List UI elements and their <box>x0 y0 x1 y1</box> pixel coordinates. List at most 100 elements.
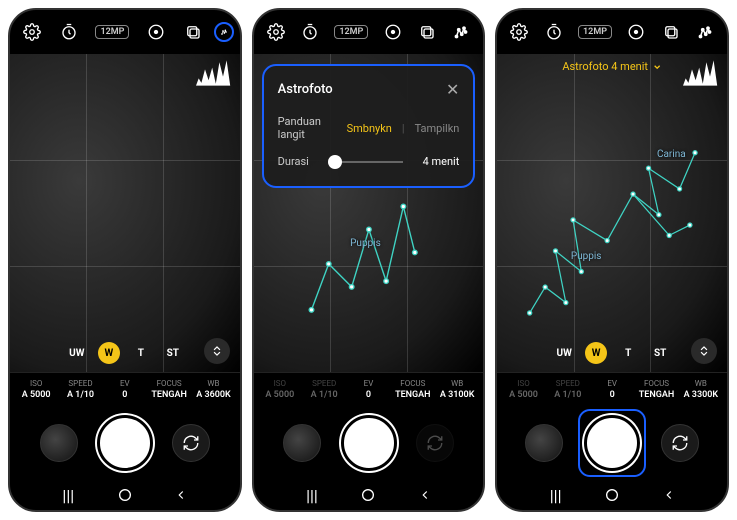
zoom-uw[interactable]: UW <box>553 342 575 364</box>
setting-wb[interactable]: WBA 3100K <box>435 379 479 400</box>
constellation-label-puppis: Puppis <box>571 251 602 262</box>
phone-screen-1: 12MP UW W T ST ISOA 5000 SPEEDA 1/10 EV0… <box>8 8 242 512</box>
flip-camera-button[interactable] <box>416 424 454 462</box>
viewfinder[interactable]: Puppis Astrofoto ✕ Panduan langit Smbnyk… <box>254 54 484 372</box>
setting-speed[interactable]: SPEEDA 1/10 <box>58 379 102 400</box>
viewfinder[interactable]: Astrofoto 4 menit Carina Puppis UW W T S… <box>497 54 727 372</box>
resolution-badge[interactable]: 12MP <box>95 25 129 39</box>
constellation-label-carina: Carina <box>657 149 686 160</box>
metering-icon[interactable] <box>626 22 646 42</box>
home-button[interactable] <box>602 485 622 505</box>
setting-ev[interactable]: EV0 <box>103 379 147 400</box>
shutter-row <box>497 406 727 480</box>
histogram-icon <box>196 60 232 86</box>
setting-speed: SPEEDA 1/10 <box>546 379 590 400</box>
astrofoto-popup: Astrofoto ✕ Panduan langit Smbnykn | Tam… <box>262 64 476 188</box>
resolution-badge[interactable]: 12MP <box>334 25 368 39</box>
chevron-down-icon <box>652 62 662 72</box>
format-icon[interactable] <box>417 22 437 42</box>
phone-screen-2: 12MP Puppis Astrofoto ✕ Panduan langit S… <box>252 8 486 512</box>
gear-icon[interactable] <box>22 22 42 42</box>
camera-toolbar: 12MP <box>254 10 484 54</box>
sky-guide-hide-option[interactable]: Smbnykn <box>347 122 392 135</box>
duration-label: Durasi <box>278 155 309 168</box>
duration-value: 4 menit <box>423 155 460 168</box>
zoom-st[interactable]: ST <box>649 342 671 364</box>
format-icon[interactable] <box>183 22 203 42</box>
histogram-icon <box>683 60 719 86</box>
setting-focus[interactable]: FOCUSTENGAH <box>634 379 678 400</box>
recents-button[interactable]: ||| <box>546 485 566 505</box>
gallery-thumbnail[interactable] <box>525 424 563 462</box>
camera-toolbar: 12MP <box>10 10 240 54</box>
pro-toggle-button[interactable] <box>691 338 717 364</box>
pro-settings-row: ISOA 5000 SPEEDA 1/10 EV0 FOCUSTENGAH WB… <box>10 372 240 406</box>
shutter-button[interactable] <box>341 415 397 471</box>
setting-speed: SPEEDA 1/10 <box>302 379 346 400</box>
recents-button[interactable]: ||| <box>58 485 78 505</box>
system-navbar: ||| <box>254 480 484 510</box>
zoom-uw[interactable]: UW <box>66 342 88 364</box>
home-button[interactable] <box>115 485 135 505</box>
zoom-w[interactable]: W <box>98 342 120 364</box>
constellation-overlay <box>300 165 438 340</box>
zoom-w[interactable]: W <box>585 342 607 364</box>
timer-icon[interactable] <box>544 22 564 42</box>
astro-mode-icon[interactable] <box>214 22 234 42</box>
camera-toolbar: 12MP <box>497 10 727 54</box>
flip-camera-button[interactable] <box>172 424 210 462</box>
constellation-label-puppis: Puppis <box>350 238 381 249</box>
astro-mode-icon[interactable] <box>451 22 471 42</box>
pro-settings-row: ISOA 5000 SPEEDA 1/10 EV0 FOCUSTENGAH WB… <box>497 372 727 406</box>
zoom-st[interactable]: ST <box>162 342 184 364</box>
setting-iso[interactable]: ISOA 5000 <box>14 379 58 400</box>
zoom-selector: UW W T ST <box>66 342 184 364</box>
back-button[interactable] <box>659 485 679 505</box>
setting-wb[interactable]: WBA 3300K <box>679 379 723 400</box>
astro-mode-icon[interactable] <box>695 22 715 42</box>
setting-focus[interactable]: FOCUSTENGAH <box>147 379 191 400</box>
setting-ev[interactable]: EV0 <box>590 379 634 400</box>
setting-focus[interactable]: FOCUSTENGAH <box>391 379 435 400</box>
shutter-row <box>254 406 484 480</box>
pro-toggle-button[interactable] <box>204 338 230 364</box>
setting-ev[interactable]: EV0 <box>346 379 390 400</box>
shutter-button[interactable] <box>584 415 640 471</box>
gear-icon[interactable] <box>266 22 286 42</box>
system-navbar: ||| <box>10 480 240 510</box>
recents-button[interactable]: ||| <box>302 485 322 505</box>
setting-iso: ISOA 5000 <box>258 379 302 400</box>
sky-guide-show-option[interactable]: Tampilkn <box>415 122 460 135</box>
shutter-button[interactable] <box>97 415 153 471</box>
pro-settings-row: ISOA 5000 SPEEDA 1/10 EV0 FOCUSTENGAH WB… <box>254 372 484 406</box>
phone-screen-3: 12MP Astrofoto 4 menit Carina Puppis UW … <box>495 8 729 512</box>
resolution-badge[interactable]: 12MP <box>578 25 612 39</box>
shutter-row <box>10 406 240 480</box>
format-icon[interactable] <box>661 22 681 42</box>
flip-camera-button[interactable] <box>661 424 699 462</box>
constellation-overlay <box>509 111 716 350</box>
back-button[interactable] <box>415 485 435 505</box>
popup-title: Astrofoto <box>278 82 333 97</box>
home-button[interactable] <box>358 485 378 505</box>
zoom-t[interactable]: T <box>130 342 152 364</box>
setting-wb[interactable]: WBA 3600K <box>191 379 235 400</box>
shutter-highlight <box>578 409 646 477</box>
metering-icon[interactable] <box>146 22 166 42</box>
gear-icon[interactable] <box>509 22 529 42</box>
metering-icon[interactable] <box>383 22 403 42</box>
gallery-thumbnail[interactable] <box>283 424 321 462</box>
viewfinder[interactable]: UW W T ST <box>10 54 240 372</box>
astro-duration-chip[interactable]: Astrofoto 4 menit <box>562 60 662 73</box>
gallery-thumbnail[interactable] <box>40 424 78 462</box>
zoom-selector: UW W T ST <box>553 342 671 364</box>
back-button[interactable] <box>171 485 191 505</box>
duration-slider[interactable] <box>329 161 403 163</box>
sky-guide-label: Panduan langit <box>278 115 327 141</box>
setting-iso: ISOA 5000 <box>501 379 545 400</box>
timer-icon[interactable] <box>300 22 320 42</box>
zoom-t[interactable]: T <box>617 342 639 364</box>
timer-icon[interactable] <box>59 22 79 42</box>
close-icon[interactable]: ✕ <box>446 80 459 99</box>
system-navbar: ||| <box>497 480 727 510</box>
